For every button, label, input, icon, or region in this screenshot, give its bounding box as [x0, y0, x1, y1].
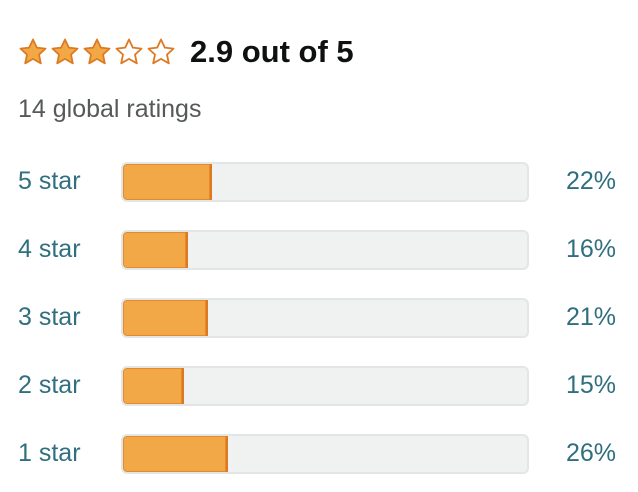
histogram-meter-fill — [123, 300, 208, 336]
histogram-row-label[interactable]: 5 star — [18, 160, 81, 202]
histogram-row-percent[interactable]: 16% — [566, 228, 616, 270]
histogram-meter[interactable] — [121, 366, 529, 406]
rating-histogram: 5 star 22% 4 star 16% 3 star 21% 2 star … — [18, 160, 622, 474]
histogram-row-percent[interactable]: 22% — [566, 160, 616, 202]
histogram-meter-fill — [123, 232, 188, 268]
histogram-row-1-star[interactable]: 1 star 26% — [18, 432, 622, 474]
star-filled-icon — [82, 37, 112, 67]
star-empty-icon — [146, 37, 176, 67]
star-empty-icon — [114, 37, 144, 67]
histogram-row-label[interactable]: 3 star — [18, 296, 81, 338]
average-rating-stars — [18, 37, 176, 67]
star-filled-icon — [50, 37, 80, 67]
histogram-meter[interactable] — [121, 162, 529, 202]
star-filled-icon — [18, 37, 48, 67]
histogram-row-percent[interactable]: 15% — [566, 364, 616, 406]
histogram-meter[interactable] — [121, 230, 529, 270]
histogram-row-4-star[interactable]: 4 star 16% — [18, 228, 622, 270]
average-rating-text: 2.9 out of 5 — [190, 34, 354, 69]
histogram-row-percent[interactable]: 26% — [566, 432, 616, 474]
histogram-meter[interactable] — [121, 434, 529, 474]
global-ratings-count: 14 global ratings — [18, 95, 202, 123]
histogram-row-label[interactable]: 4 star — [18, 228, 81, 270]
histogram-row-3-star[interactable]: 3 star 21% — [18, 296, 622, 338]
histogram-meter[interactable] — [121, 298, 529, 338]
histogram-row-5-star[interactable]: 5 star 22% — [18, 160, 622, 202]
histogram-row-label[interactable]: 1 star — [18, 432, 81, 474]
histogram-row-label[interactable]: 2 star — [18, 364, 81, 406]
histogram-meter-fill — [123, 436, 229, 472]
histogram-row-percent[interactable]: 21% — [566, 296, 616, 338]
histogram-row-2-star[interactable]: 2 star 15% — [18, 364, 622, 406]
histogram-meter-fill — [123, 368, 184, 404]
rating-summary: 2.9 out of 5 — [18, 30, 354, 74]
histogram-meter-fill — [123, 164, 212, 200]
